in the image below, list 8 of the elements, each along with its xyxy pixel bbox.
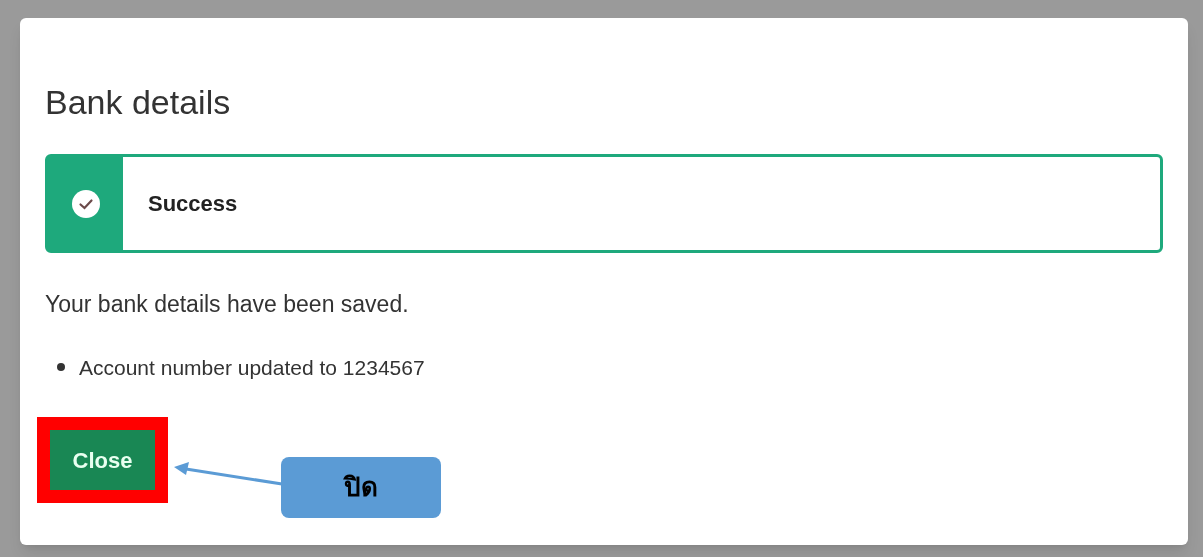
bullet-icon (57, 363, 65, 372)
callout: ปิด (281, 457, 441, 518)
message-text: Your bank details have been saved. (45, 290, 410, 319)
close-button[interactable]: Close (50, 430, 155, 490)
list-item: Account number updated to 1234567 (79, 354, 425, 381)
dialog-title: Bank details (45, 82, 232, 123)
check-circle-icon (70, 188, 101, 219)
alert-title: Success (148, 190, 238, 218)
